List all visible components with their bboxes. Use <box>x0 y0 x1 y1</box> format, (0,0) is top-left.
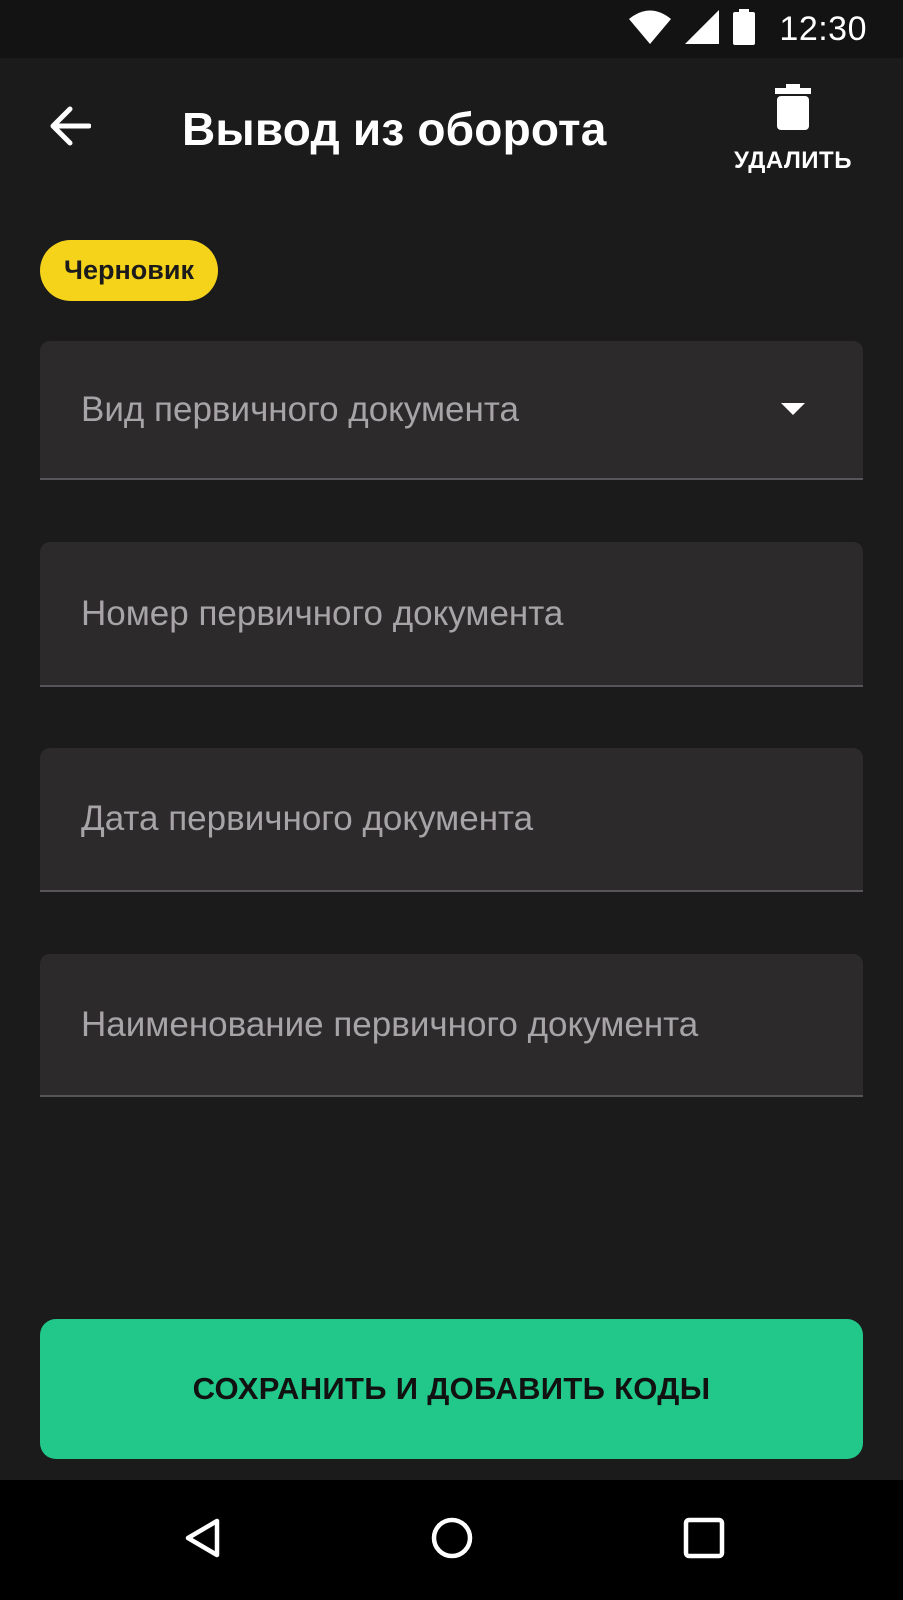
nav-recents-square-icon <box>683 1517 725 1564</box>
navigation-bar <box>0 1480 903 1600</box>
nav-home-circle-icon <box>430 1516 474 1565</box>
back-button[interactable] <box>40 98 100 158</box>
document-number-field[interactable]: Номер первичного документа <box>40 542 863 687</box>
status-time: 12:30 <box>779 9 867 48</box>
screen: 12:30 Вывод из оборота УДАЛИТЬ Черновик … <box>0 0 903 1600</box>
document-type-select[interactable]: Вид первичного документа <box>40 341 863 480</box>
status-icons: 12:30 <box>629 8 867 50</box>
battery-icon <box>733 8 756 50</box>
app-bar: Вывод из оборота УДАЛИТЬ <box>0 58 903 208</box>
document-date-placeholder: Дата первичного документа <box>81 799 534 838</box>
nav-back-button[interactable] <box>169 1507 235 1573</box>
status-bar: 12:30 <box>0 0 903 58</box>
arrow-drop-down-icon <box>781 402 805 417</box>
delete-label: УДАЛИТЬ <box>734 147 852 174</box>
document-name-placeholder: Наименование первичного документа <box>81 1004 699 1044</box>
wifi-icon <box>629 10 672 49</box>
cellular-signal-icon <box>685 9 720 49</box>
nav-back-triangle-icon <box>182 1517 222 1564</box>
document-type-placeholder: Вид первичного документа <box>81 389 519 429</box>
status-badge: Черновик <box>40 240 218 301</box>
document-number-placeholder: Номер первичного документа <box>81 593 564 633</box>
document-date-field[interactable]: Дата первичного документа <box>40 748 863 892</box>
nav-recents-button[interactable] <box>671 1507 737 1573</box>
arrow-left-icon <box>49 106 92 151</box>
delete-button[interactable]: УДАЛИТЬ <box>723 78 863 188</box>
trash-icon <box>775 84 811 135</box>
document-name-field[interactable]: Наименование первичного документа <box>40 954 863 1097</box>
save-and-add-codes-button[interactable]: СОХРАНИТЬ И ДОБАВИТЬ КОДЫ <box>40 1319 863 1459</box>
nav-home-button[interactable] <box>419 1507 485 1573</box>
page-title: Вывод из оборота <box>182 103 607 155</box>
